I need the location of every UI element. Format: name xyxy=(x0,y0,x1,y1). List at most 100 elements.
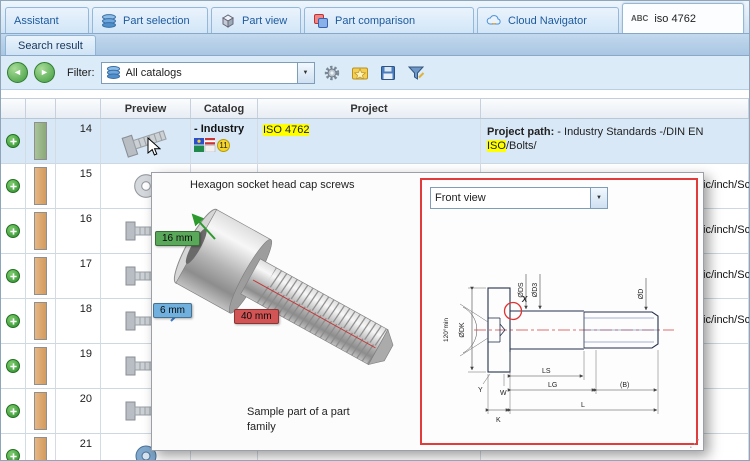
screw-thumbnail-icon xyxy=(118,119,173,162)
header-expand xyxy=(1,99,26,118)
front-view-panel: Front view ▼ X ØDK 120°min ØDS ØD3 ØD Y … xyxy=(420,178,698,445)
material-swatch xyxy=(34,302,47,340)
detail-fragment: ic/inch/Scre xyxy=(703,269,749,281)
project-name: ISO 4762 xyxy=(263,124,310,136)
header-detail xyxy=(481,99,749,118)
catalog-filter-select[interactable]: All catalogs ▼ xyxy=(100,61,315,84)
catalog-stack-icon xyxy=(101,13,117,29)
header-number xyxy=(56,99,101,118)
filter-label: Filter: xyxy=(67,66,95,79)
dropdown-button[interactable]: ▼ xyxy=(590,188,607,208)
dimension-badge-length16: 16 mm xyxy=(155,231,200,246)
chevron-down-icon: ▼ xyxy=(302,69,309,76)
popup-caption: Sample part of a part family xyxy=(247,405,407,435)
material-swatch xyxy=(34,212,47,250)
tab-label: Assistant xyxy=(14,14,59,27)
tab-assistant[interactable]: Assistant xyxy=(5,7,89,33)
tab-cloud-navigator[interactable]: Cloud Navigator xyxy=(477,7,619,33)
row-number: 15 xyxy=(56,164,101,209)
detail-fragment: ic/inch/Scre xyxy=(703,224,749,236)
expand-button[interactable] xyxy=(6,404,20,418)
part-3d-view[interactable] xyxy=(157,195,417,410)
header-catalog[interactable]: Catalog xyxy=(191,99,258,118)
result-toolbar: ◄ ► Filter: All catalogs ▼ xyxy=(1,56,749,90)
favorites-button[interactable] xyxy=(349,62,371,84)
svg-text:120°min: 120°min xyxy=(442,318,450,342)
tab-part-selection[interactable]: Part selection xyxy=(92,7,208,33)
popup-title: Hexagon socket head cap screws xyxy=(190,179,355,191)
svg-text:L: L xyxy=(581,402,585,409)
expand-button[interactable] xyxy=(6,269,20,283)
project-cell[interactable]: ISO 4762 xyxy=(258,119,481,164)
result-tab-bar: Search result xyxy=(1,34,749,56)
svg-text:K: K xyxy=(496,417,501,424)
header-preview[interactable]: Preview xyxy=(101,99,191,118)
view-select[interactable]: Front view ▼ xyxy=(430,187,608,209)
expand-button[interactable] xyxy=(6,314,20,328)
svg-text:LG: LG xyxy=(548,382,557,389)
forward-button[interactable]: ► xyxy=(34,62,55,83)
detail-cell: Project path: - Industry Standards -/DIN… xyxy=(481,119,749,164)
chevron-down-icon: ▼ xyxy=(596,195,602,201)
svg-text:(B): (B) xyxy=(620,382,629,389)
row-number: 16 xyxy=(56,209,101,254)
material-swatch xyxy=(34,167,47,205)
material-swatch xyxy=(34,257,47,295)
application-window: Assistant Part selection Part view Part … xyxy=(0,0,750,461)
dropdown-button[interactable]: ▼ xyxy=(296,62,314,83)
catalog-cell[interactable]: - Industry 11 xyxy=(191,119,258,164)
subtab-label: Search result xyxy=(18,39,83,52)
filter-edit-button[interactable] xyxy=(405,62,427,84)
svg-text:W: W xyxy=(500,390,507,397)
back-button[interactable]: ◄ xyxy=(7,62,28,83)
header-swatch xyxy=(26,99,56,118)
tab-label: Cloud Navigator xyxy=(508,14,587,27)
filter-value: All catalogs xyxy=(125,66,182,79)
tab-part-comparison[interactable]: Part comparison xyxy=(304,7,474,33)
caption-line2: family xyxy=(247,421,276,433)
svg-text:ØD: ØD xyxy=(638,289,645,300)
view-select-value: Front view xyxy=(435,192,486,204)
row-number: 18 xyxy=(56,299,101,344)
gear-icon xyxy=(324,65,339,80)
star-folder-icon xyxy=(351,67,368,80)
export-button[interactable] xyxy=(377,62,399,84)
tab-label: Part view xyxy=(242,14,288,27)
expand-button[interactable] xyxy=(6,179,20,193)
catalog-flags: 11 xyxy=(194,138,230,153)
tab-part-view[interactable]: Part view xyxy=(211,7,301,33)
project-path-post: /Bolts/ xyxy=(505,140,537,152)
dimension-badge-diameter6: 6 mm xyxy=(153,303,192,318)
header-project[interactable]: Project xyxy=(258,99,481,118)
expand-button[interactable] xyxy=(6,224,20,238)
svg-text:ØD3: ØD3 xyxy=(532,283,539,298)
table-row[interactable]: 14 - Industry 11 ISO 4762 Project path: … xyxy=(1,119,749,164)
project-path-label: Project path: xyxy=(487,126,555,138)
technical-drawing: X ØDK 120°min ØDS ØD3 ØD Y W K LS LG (B)… xyxy=(426,212,692,438)
row-number: 17 xyxy=(56,254,101,299)
svg-text:Y: Y xyxy=(478,387,483,394)
svg-text:ØDS: ØDS xyxy=(518,282,525,298)
count-badge: 11 xyxy=(217,139,230,152)
part-preview[interactable] xyxy=(101,119,191,164)
flags-icon xyxy=(194,138,216,153)
material-swatch xyxy=(34,347,47,385)
main-tab-bar: Assistant Part selection Part view Part … xyxy=(1,1,749,34)
tab-label: iso 4762 xyxy=(654,12,696,25)
part-preview-popup: Hexagon socket head cap screws 16 mm 6 m… xyxy=(151,172,704,451)
table-header: Preview Catalog Project xyxy=(1,98,749,119)
expand-button[interactable] xyxy=(6,359,20,373)
resize-grip-icon[interactable]: ⋰ xyxy=(689,437,700,450)
row-number: 14 xyxy=(56,119,101,164)
settings-gear-button[interactable] xyxy=(321,62,343,84)
abc-search-icon: ABC xyxy=(631,13,649,23)
tab-search-iso4762[interactable]: ABC iso 4762 xyxy=(622,3,744,33)
dimension-badge-length40: 40 mm xyxy=(234,309,279,324)
detail-fragment: ic/inch/Scre xyxy=(703,179,749,191)
catalog-stack-icon xyxy=(106,65,122,81)
project-path-pre: - Industry Standards -/DIN EN xyxy=(557,126,704,138)
tab-search-result[interactable]: Search result xyxy=(5,35,96,55)
expand-button[interactable] xyxy=(6,449,20,460)
expand-button[interactable] xyxy=(6,134,20,148)
row-number: 19 xyxy=(56,344,101,389)
